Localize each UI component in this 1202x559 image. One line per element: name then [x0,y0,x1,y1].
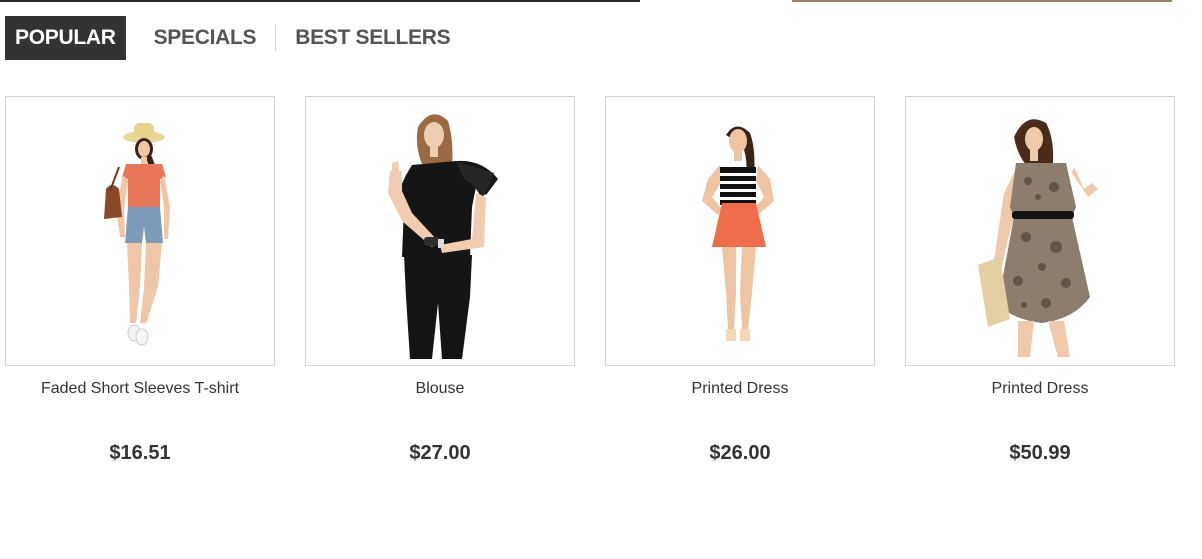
banner-strip [0,0,1202,2]
product-name[interactable]: Blouse [305,380,575,398]
product-card: Blouse $27.00 [305,96,575,464]
product-image[interactable] [905,96,1175,366]
tab-popular[interactable]: POPULAR [5,16,126,60]
product-card: Faded Short Sleeves T-shirt $16.51 [5,96,275,464]
product-photo-woman-in-striped-top [702,126,774,341]
tab-specials[interactable]: SPECIALS [135,16,276,60]
product-card: Printed Dress $26.00 [605,96,875,464]
product-tabs: POPULAR SPECIALS BEST SELLERS [5,16,469,60]
product-photo-woman-in-black-blouse [388,114,498,359]
product-name[interactable]: Printed Dress [905,380,1175,398]
product-price: $27.00 [409,442,471,464]
product-image[interactable] [305,96,575,366]
product-photo-woman-in-orange-top [104,123,170,346]
product-name[interactable]: Printed Dress [605,380,875,398]
tab-best-sellers[interactable]: BEST SELLERS [276,16,469,60]
product-price: $26.00 [709,442,771,464]
product-photo-woman-in-patterned-dress [978,119,1098,357]
product-image[interactable] [605,96,875,366]
product-price: $16.51 [109,442,171,464]
product-card: Printed Dress $50.99 [905,96,1175,464]
product-image[interactable] [5,96,275,366]
product-price: $50.99 [1009,442,1071,464]
product-name[interactable]: Faded Short Sleeves T-shirt [5,380,275,398]
product-grid: Faded Short Sleeves T-shirt $16.51 Blous… [5,96,1185,476]
